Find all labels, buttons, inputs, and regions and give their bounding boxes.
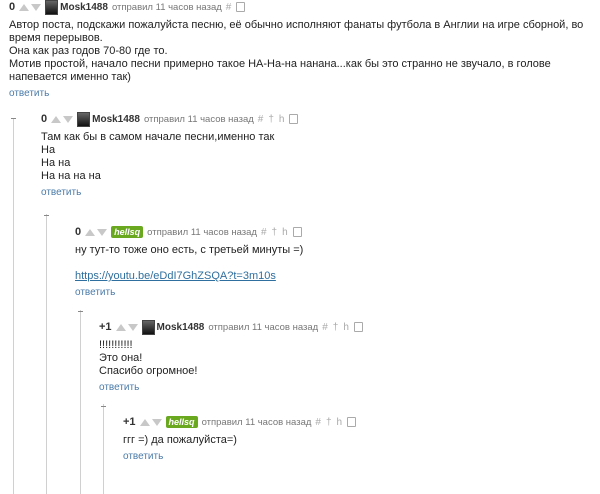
thread-line <box>103 404 104 494</box>
username[interactable]: Mosk1488 <box>60 2 108 13</box>
upvote-icon[interactable] <box>139 418 150 426</box>
comment-header: +1 hellsq отправил 11 часов назад # † h <box>123 415 357 429</box>
comment-header: +1 Mosk1488 отправил 11 часов назад # † … <box>99 319 363 335</box>
rating: 0 <box>9 1 16 13</box>
comment: 0 Mosk1488 отправил 11 часов назад # Авт… <box>9 0 594 99</box>
upvote-icon[interactable] <box>51 115 62 123</box>
comment-text: Она как раз годов 70-80 где то. <box>9 45 168 57</box>
timestamp: отправил 11 часов назад <box>143 113 254 125</box>
comment-text: Спасибо огромное! <box>99 365 198 377</box>
comment-body: Автор поста, подскажи пожалуйста песню, … <box>9 19 594 84</box>
save-icon[interactable] <box>347 417 357 427</box>
upvote-icon[interactable] <box>19 3 30 11</box>
username[interactable]: hellsq <box>165 416 198 428</box>
comment: 0 Mosk1488 отправил 11 часов назад # † h… <box>41 111 299 198</box>
comment-body: Там как бы в самом начале песни,именно т… <box>41 131 298 183</box>
downvote-icon[interactable] <box>31 3 42 11</box>
comment-text: Там как бы в самом начале песни,именно т… <box>41 131 275 143</box>
reply-link[interactable]: ответить <box>123 451 356 462</box>
comment-text: Автор поста, подскажи пожалуйста песню, … <box>9 19 584 44</box>
avatar[interactable] <box>141 319 155 335</box>
save-icon[interactable] <box>289 114 299 124</box>
save-icon[interactable] <box>292 227 302 237</box>
downvote-icon[interactable] <box>97 228 108 236</box>
upvote-icon[interactable] <box>115 323 126 331</box>
video-link[interactable]: https://youtu.be/eDdI7GhZSQA?t=3m10s <box>75 270 303 283</box>
comment-text: Это она! <box>99 352 143 364</box>
timestamp: отправил 11 часов назад <box>201 416 312 428</box>
comment-header: 0 hellsq отправил 11 часов назад # † h <box>75 225 303 239</box>
comment-text: На на на на <box>41 170 101 182</box>
comment: 0 hellsq отправил 11 часов назад # † h н… <box>75 225 303 298</box>
add-comment-icon[interactable]: † <box>333 322 339 333</box>
parent-comment-icon[interactable]: h <box>337 417 343 428</box>
rating: 0 <box>41 113 48 125</box>
comment-body: ну тут-то тоже оно есть, с третьей минут… <box>75 244 303 283</box>
reply-link[interactable]: ответить <box>41 187 298 198</box>
comment-text: На на <box>41 157 71 169</box>
timestamp: отправил 11 часов назад <box>111 1 222 13</box>
comment-body: !!!!!!!!!!! Это она! Спасибо огромное! <box>99 339 363 378</box>
rating: 0 <box>75 226 82 238</box>
save-icon[interactable] <box>236 2 246 12</box>
parent-comment-icon[interactable]: h <box>343 322 349 333</box>
permalink-icon[interactable]: # <box>258 114 264 125</box>
username[interactable]: Mosk1488 <box>92 114 140 125</box>
timestamp: отправил 11 часов назад <box>208 321 319 333</box>
parent-comment-icon[interactable]: h <box>279 114 285 125</box>
comment-text: ну тут-то тоже оно есть, с третьей минут… <box>75 244 304 256</box>
permalink-icon[interactable]: # <box>261 227 267 238</box>
permalink-icon[interactable]: # <box>226 2 232 13</box>
thread-line <box>80 310 81 494</box>
reply-link[interactable]: ответить <box>9 88 594 99</box>
timestamp: отправил 11 часов назад <box>147 226 257 238</box>
thread-line <box>46 214 47 494</box>
add-comment-icon[interactable]: † <box>326 417 332 428</box>
upvote-icon[interactable] <box>85 228 96 236</box>
comment-text: !!!!!!!!!!! <box>99 339 133 351</box>
collapse-toggle[interactable] <box>78 311 83 312</box>
downvote-icon[interactable] <box>63 115 74 123</box>
avatar[interactable] <box>45 0 59 15</box>
parent-comment-icon[interactable]: h <box>282 227 288 238</box>
comment-header: 0 Mosk1488 отправил 11 часов назад # <box>9 0 594 15</box>
reply-link[interactable]: ответить <box>99 382 363 393</box>
permalink-icon[interactable]: # <box>315 417 321 428</box>
collapse-toggle[interactable] <box>44 215 49 216</box>
downvote-icon[interactable] <box>151 418 162 426</box>
comment-text: Мотив простой, начало песни примерно так… <box>9 58 551 83</box>
thread-line <box>13 118 14 494</box>
username[interactable]: hellsq <box>111 226 144 238</box>
avatar[interactable] <box>77 111 91 127</box>
reply-link[interactable]: ответить <box>75 287 303 298</box>
collapse-toggle[interactable] <box>101 406 106 407</box>
add-comment-icon[interactable]: † <box>272 227 278 238</box>
rating: +1 <box>123 416 136 428</box>
comment-header: 0 Mosk1488 отправил 11 часов назад # † h <box>41 111 299 127</box>
comment: +1 hellsq отправил 11 часов назад # † h … <box>123 415 357 462</box>
comment-text: На <box>41 144 56 156</box>
username[interactable]: Mosk1488 <box>157 322 205 333</box>
comment-text: ггг =) да пожалуйста=) <box>123 434 237 446</box>
save-icon[interactable] <box>353 322 363 332</box>
comment-body: ггг =) да пожалуйста=) <box>123 434 356 447</box>
rating: +1 <box>99 321 112 333</box>
downvote-icon[interactable] <box>127 323 138 331</box>
comment: +1 Mosk1488 отправил 11 часов назад # † … <box>99 319 363 393</box>
permalink-icon[interactable]: # <box>322 322 328 333</box>
collapse-toggle[interactable] <box>11 118 16 119</box>
add-comment-icon[interactable]: † <box>268 114 274 125</box>
